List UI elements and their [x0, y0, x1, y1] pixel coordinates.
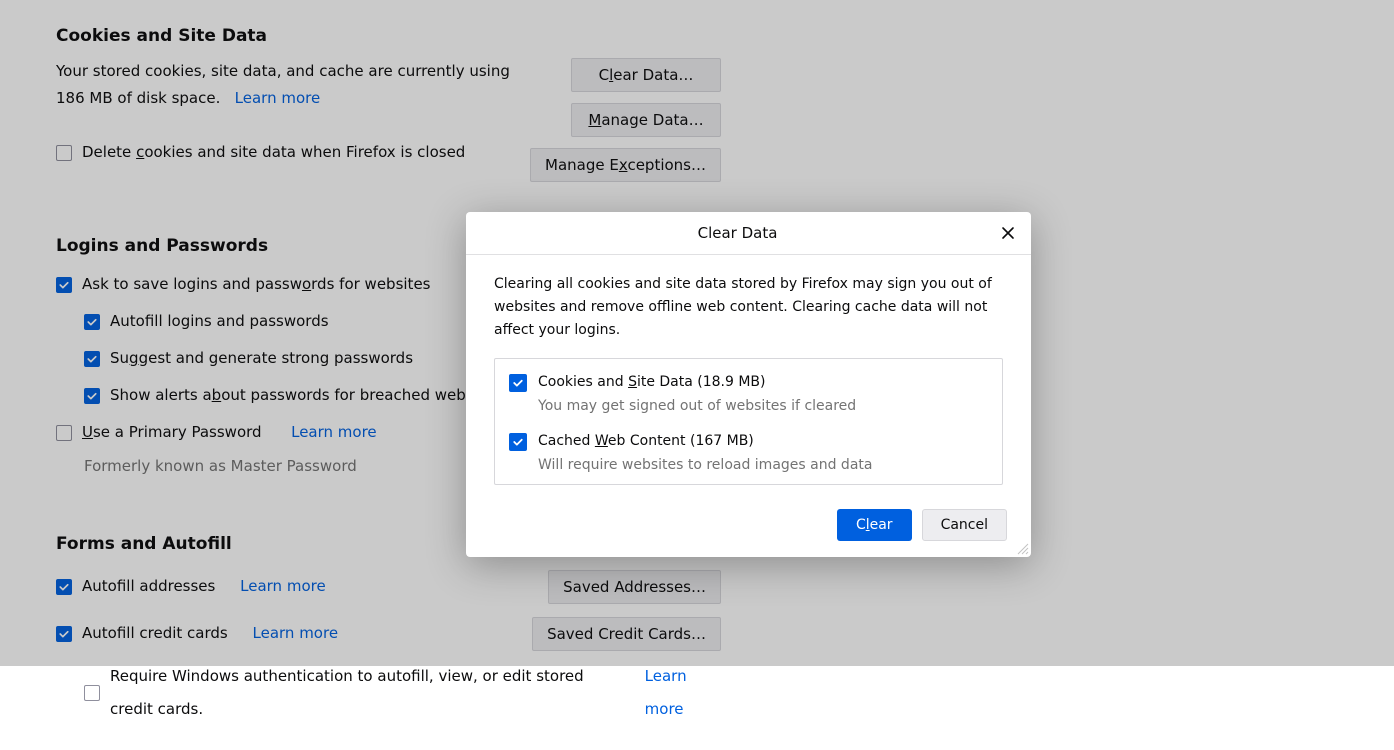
cached-web-content-option-label: Cached Web Content (167 MB): [538, 432, 872, 450]
dialog-message: Clearing all cookies and site data store…: [494, 273, 1003, 342]
windows-auth-learn-more-link[interactable]: Learn more: [645, 660, 721, 726]
delete-on-close-label: Delete cookies and site data when Firefo…: [82, 136, 465, 169]
manage-data-button[interactable]: Manage Data…: [571, 103, 721, 137]
dialog-options-box: Cookies and Site Data (18.9 MB) You may …: [494, 358, 1003, 485]
clear-data-dialog: Clear Data Clearing all cookies and site…: [466, 212, 1031, 557]
cookies-site-data-checkbox[interactable]: [509, 374, 527, 392]
windows-auth-checkbox[interactable]: [84, 685, 100, 701]
cookies-learn-more-link[interactable]: Learn more: [235, 89, 321, 107]
ask-save-logins-checkbox[interactable]: [56, 277, 72, 293]
saved-addresses-button[interactable]: Saved Addresses…: [548, 570, 721, 604]
autofill-credit-cards-checkbox[interactable]: [56, 626, 72, 642]
ask-save-logins-label: Ask to save logins and passwords for web…: [82, 268, 430, 301]
dialog-footer: Clear Cancel: [466, 501, 1031, 557]
autofill-credit-cards-learn-more-link[interactable]: Learn more: [253, 617, 339, 650]
autofill-logins-label: Autofill logins and passwords: [110, 305, 329, 338]
cached-web-content-option-sub: Will require websites to reload images a…: [538, 456, 872, 474]
close-icon: [1001, 226, 1015, 240]
suggest-passwords-checkbox[interactable]: [84, 351, 100, 367]
delete-on-close-checkbox[interactable]: [56, 145, 72, 161]
autofill-logins-checkbox[interactable]: [84, 314, 100, 330]
primary-password-checkbox[interactable]: [56, 425, 72, 441]
section-title-cookies: Cookies and Site Data: [56, 26, 1338, 46]
cookies-site-data-option-label: Cookies and Site Data (18.9 MB): [538, 373, 856, 391]
clear-data-button[interactable]: Clear Data…: [571, 58, 721, 92]
autofill-addresses-learn-more-link[interactable]: Learn more: [240, 570, 326, 603]
dialog-header: Clear Data: [466, 212, 1031, 255]
suggest-passwords-label: Suggest and generate strong passwords: [110, 342, 413, 375]
dialog-title: Clear Data: [478, 224, 997, 242]
primary-password-label: Use a Primary Password: [82, 416, 262, 449]
autofill-addresses-label: Autofill addresses: [82, 570, 215, 603]
autofill-addresses-checkbox[interactable]: [56, 579, 72, 595]
autofill-credit-cards-label: Autofill credit cards: [82, 617, 228, 650]
cached-web-content-checkbox[interactable]: [509, 433, 527, 451]
saved-credit-cards-button[interactable]: Saved Credit Cards…: [532, 617, 721, 651]
resize-grip-icon[interactable]: [1017, 543, 1029, 555]
dialog-clear-button[interactable]: Clear: [837, 509, 912, 541]
dialog-cancel-button[interactable]: Cancel: [922, 509, 1007, 541]
breach-alerts-checkbox[interactable]: [84, 388, 100, 404]
manage-exceptions-button[interactable]: Manage Exceptions…: [530, 148, 721, 182]
windows-auth-label: Require Windows authentication to autofi…: [110, 660, 620, 726]
breach-alerts-label: Show alerts about passwords for breached…: [110, 379, 501, 412]
primary-password-learn-more-link[interactable]: Learn more: [291, 416, 377, 449]
cookies-site-data-option-sub: You may get signed out of websites if cl…: [538, 397, 856, 415]
dialog-close-button[interactable]: [997, 222, 1019, 244]
